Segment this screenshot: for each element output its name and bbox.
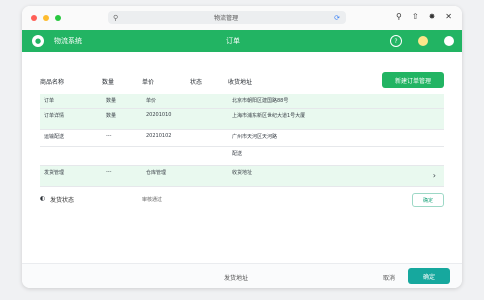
- cell-address: 广州市天河区天河路: [232, 134, 278, 140]
- footer-label: 发货地址: [224, 275, 249, 282]
- shipping-status: ◐ 发货状态 审核通过 确定: [40, 193, 444, 209]
- close-icon[interactable]: ✕: [445, 12, 452, 21]
- order-table: 订单 数量 单价 北京市朝阳区建国路88号 订单详情 数量 20201010 上海市浦东新区世…: [40, 94, 444, 187]
- chevron-right-icon[interactable]: ›: [433, 171, 436, 180]
- search-icon[interactable]: ⚲: [396, 12, 402, 21]
- confirm-button[interactable]: 确定: [408, 268, 450, 284]
- create-order-button[interactable]: 新建订单管理: [382, 72, 444, 88]
- cell-name: 订单: [44, 98, 55, 104]
- cell-name: 运输配送: [44, 134, 65, 140]
- address-bar[interactable]: ⚲ 物流管理 ⟳: [108, 11, 346, 24]
- window-controls: [31, 15, 61, 21]
- confirm-status-button[interactable]: 确定: [412, 193, 444, 207]
- close-window-button[interactable]: [31, 15, 37, 21]
- cell-qty: 数量: [106, 98, 117, 104]
- column-header-price[interactable]: 单价: [142, 77, 154, 86]
- column-header-address[interactable]: 收货地址: [228, 77, 252, 86]
- cell-address: 配送: [232, 151, 243, 157]
- status-icon: ◐: [40, 195, 46, 202]
- cell-address: 上海市浦东新区世纪大道1号大厦: [232, 113, 306, 119]
- reload-icon[interactable]: ⟳: [334, 14, 340, 22]
- cell-qty: ---: [106, 133, 112, 139]
- app-header: ● 物流系统 订单 ?: [22, 30, 462, 52]
- table-row[interactable]: 订单详情 数量 20201010 上海市浦东新区世纪大道1号大厦: [40, 109, 444, 129]
- cell-price: 单价: [146, 98, 157, 104]
- table-row[interactable]: 配送: [40, 147, 444, 165]
- cell-name: 发货管理: [44, 170, 65, 176]
- cell-name: 订单详情: [44, 113, 65, 119]
- app-logo-icon: ●: [32, 35, 44, 47]
- table-row[interactable]: 发货管理 --- 仓库管理 收货地址 ›: [40, 166, 444, 186]
- status-value: 审核通过: [142, 197, 163, 203]
- cell-qty: ---: [106, 169, 112, 175]
- url-text: 物流管理: [214, 15, 239, 22]
- table-header: 商品名称 数量 单价 状态 收货地址 新建订单管理: [40, 72, 444, 90]
- cell-price: 20210102: [146, 133, 172, 139]
- table-row[interactable]: 订单 数量 单价 北京市朝阳区建国路88号: [40, 94, 444, 108]
- maximize-window-button[interactable]: [55, 15, 61, 21]
- row-divider: [40, 186, 444, 187]
- cell-price: 仓库管理: [146, 170, 167, 176]
- cell-qty: 数量: [106, 113, 117, 119]
- column-header-status[interactable]: 状态: [190, 77, 202, 86]
- help-icon[interactable]: ?: [390, 35, 402, 47]
- footer-bar: 发货地址 取消 确定: [22, 263, 462, 288]
- share-icon[interactable]: ⇧: [412, 12, 419, 21]
- settings-avatar[interactable]: [444, 36, 454, 46]
- column-header-qty[interactable]: 数量: [102, 77, 114, 86]
- browser-titlebar: ⚲ 物流管理 ⟳ ⚲ ⇧ ✸ ✕: [22, 6, 462, 30]
- app-name: 物流系统: [54, 37, 82, 45]
- cancel-button[interactable]: 取消: [383, 273, 395, 282]
- cell-price: 20201010: [146, 112, 172, 118]
- table-row[interactable]: 运输配送 --- 20210102 广州市天河区天河路: [40, 130, 444, 146]
- app-window: ⚲ 物流管理 ⟳ ⚲ ⇧ ✸ ✕ ● 物流系统 订单 ? 商品名称 数量 单价 …: [22, 6, 462, 288]
- cell-address: 收货地址: [232, 170, 253, 176]
- browser-actions: ⚲ ⇧ ✸ ✕: [396, 12, 452, 21]
- status-label: 发货状态: [50, 197, 75, 204]
- user-avatar[interactable]: [418, 36, 428, 46]
- page-title: 订单: [226, 37, 240, 45]
- extension-icon[interactable]: ✸: [429, 12, 436, 21]
- cell-address: 北京市朝阳区建国路88号: [232, 98, 289, 104]
- minimize-window-button[interactable]: [43, 15, 49, 21]
- column-header-name[interactable]: 商品名称: [40, 77, 64, 86]
